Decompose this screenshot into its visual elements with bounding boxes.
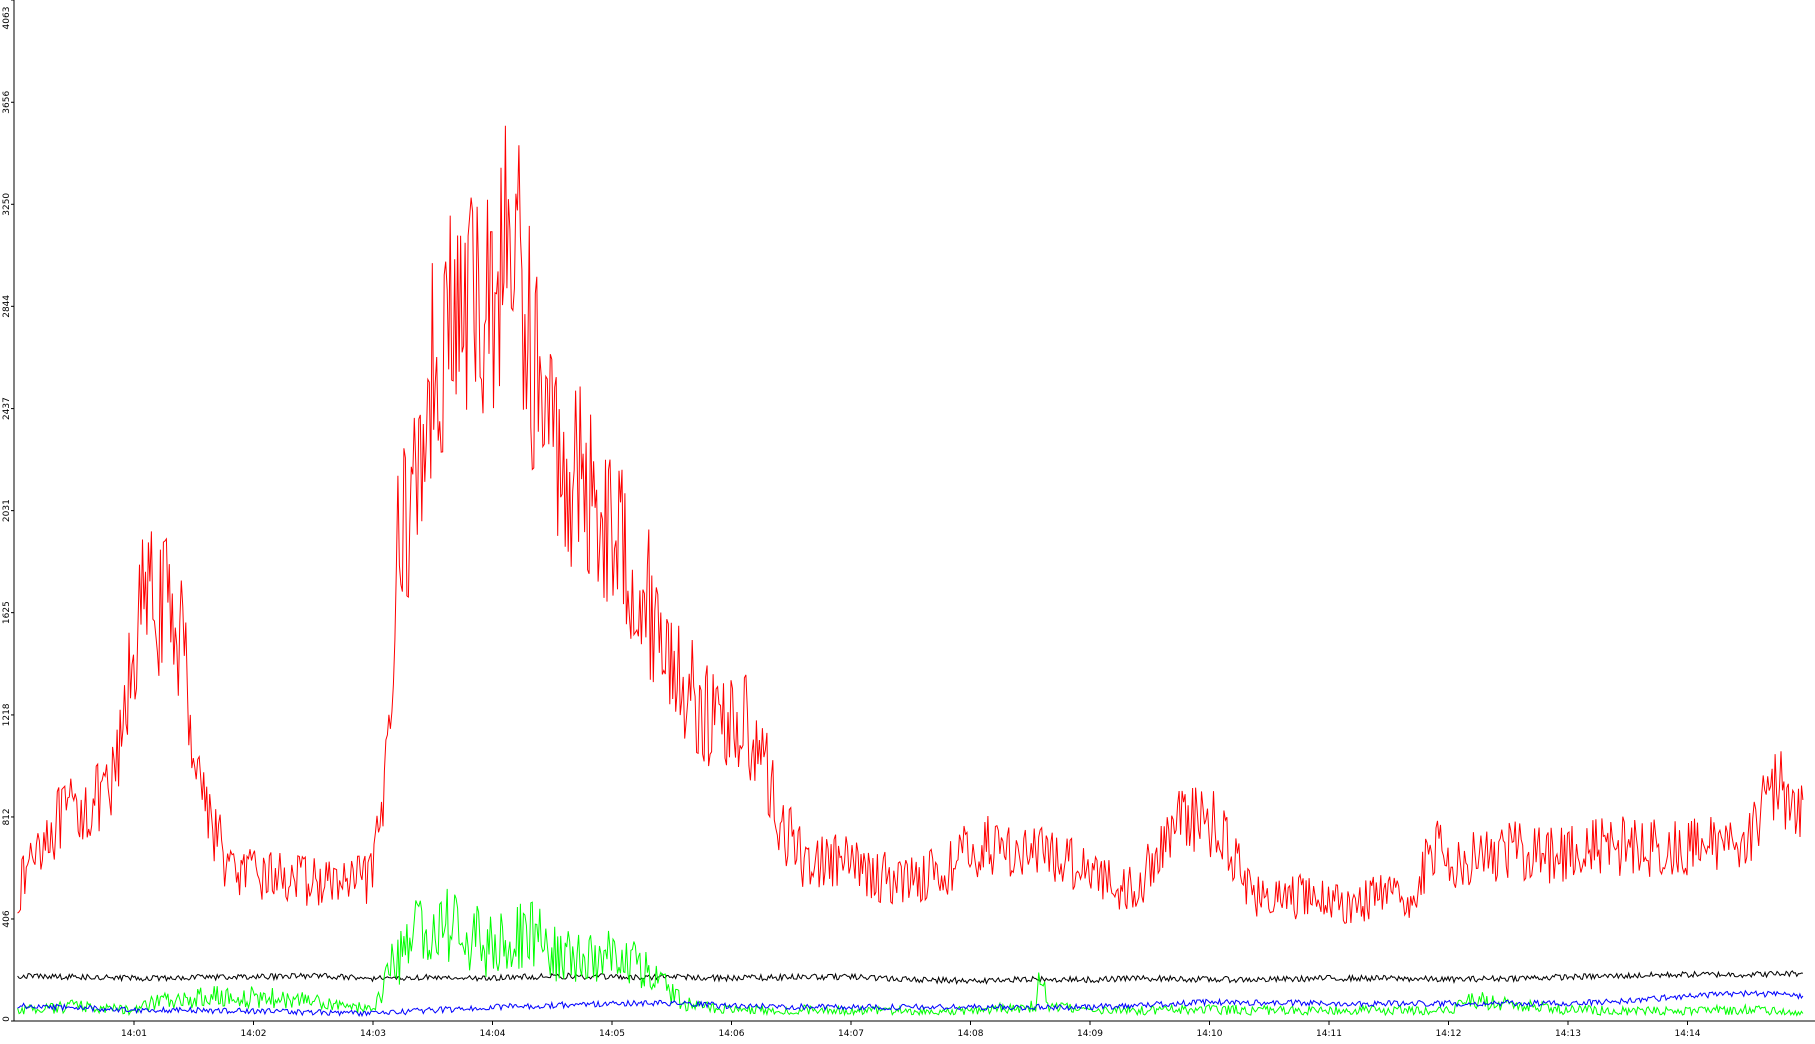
y-tick-label: 3250	[2, 193, 12, 216]
x-tick-label: 14:09	[1077, 1029, 1103, 1039]
x-tick-label: 14:12	[1436, 1029, 1462, 1039]
chart-canvas: 040681212181625203124372844325036564063 …	[2, 0, 1815, 1039]
x-tick-label: 14:04	[480, 1029, 506, 1039]
line-chart: 0 406 812 1218 1625 2031 2437 2844 3250 3656 4063 …	[0, 0, 1815, 1039]
x-tick-label: 14:10	[1197, 1029, 1223, 1039]
y-tick-labels: 0 406 812 1218 1625 2031 2437 2844 3250 3656 4063	[2, 0, 14, 1022]
y-tick-label: 2844	[2, 295, 12, 318]
series-layer	[17, 125, 1804, 1018]
y-tick-label: 1218	[2, 703, 12, 726]
x-tick-label: 14:05	[599, 1029, 625, 1039]
y-tick-label: 3656	[2, 91, 12, 114]
y-tick-label: 1625	[2, 601, 12, 624]
x-tick-label: 14:11	[1316, 1029, 1342, 1039]
y-tick-label: 2437	[2, 397, 12, 420]
x-tick-label: 14:08	[958, 1029, 984, 1039]
x-tick-label: 14:13	[1555, 1029, 1581, 1039]
x-tick-label: 14:14	[1675, 1029, 1701, 1039]
series-line-3	[17, 888, 1804, 1017]
x-tick-label: 14:06	[719, 1029, 745, 1039]
y-tick-label: 812	[2, 808, 12, 825]
y-tick-label: 4063	[2, 7, 12, 30]
y-tick-label: 406	[2, 910, 12, 927]
y-tick-label: 0	[2, 1016, 12, 1022]
series-line-2	[17, 970, 1803, 985]
x-tick-label: 14:02	[241, 1029, 267, 1039]
x-tick-label: 14:07	[838, 1029, 864, 1039]
x-tick-label: 14:01	[121, 1029, 147, 1039]
series-line-1	[17, 125, 1804, 925]
x-tick-label: 14:03	[360, 1029, 386, 1039]
y-tick-label: 2031	[2, 499, 12, 522]
x-tick-labels: 14:01 14:02 14:03 14:04 14:05 14:06 14:07 14:08…	[121, 1021, 1701, 1039]
